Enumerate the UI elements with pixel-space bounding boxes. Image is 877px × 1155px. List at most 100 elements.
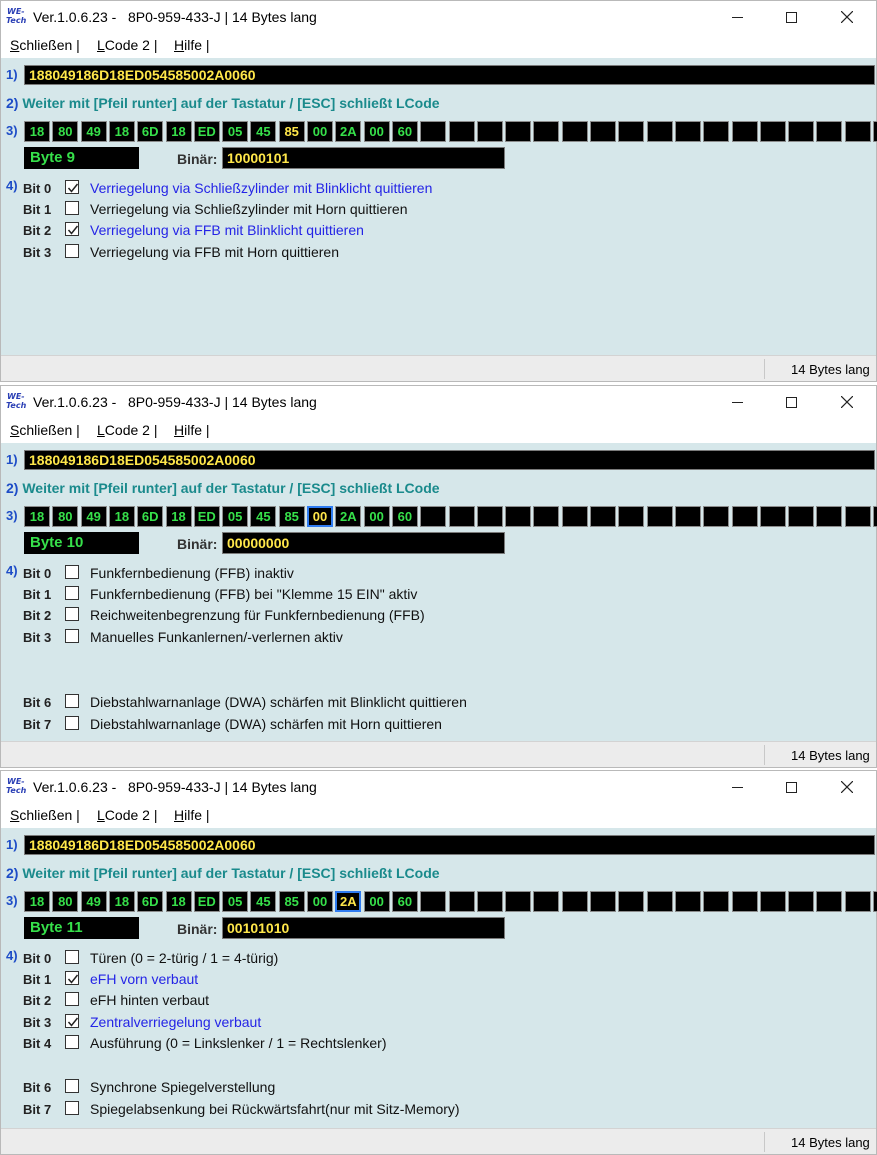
- byte-cell[interactable]: [533, 891, 560, 912]
- byte-cell[interactable]: 45: [250, 891, 277, 912]
- byte-cell[interactable]: [788, 891, 815, 912]
- bit-checkbox[interactable]: [65, 586, 79, 600]
- bit-checkbox[interactable]: [65, 1014, 79, 1028]
- byte-cell[interactable]: [618, 121, 645, 142]
- byte-cell[interactable]: [788, 121, 815, 142]
- close-button[interactable]: [824, 771, 870, 803]
- byte-cell[interactable]: [703, 121, 730, 142]
- byte-cell[interactable]: [873, 121, 877, 142]
- byte-cell[interactable]: [561, 891, 588, 912]
- byte-cell[interactable]: [420, 121, 447, 142]
- byte-cell[interactable]: [590, 506, 616, 527]
- byte-cell[interactable]: [590, 121, 616, 142]
- menu-schliessen[interactable]: Schließen |: [10, 422, 80, 438]
- bit-checkbox[interactable]: [65, 971, 79, 985]
- byte-cell[interactable]: 60: [391, 506, 418, 527]
- byte-cell[interactable]: [844, 121, 871, 142]
- byte-cell[interactable]: 18: [108, 121, 135, 142]
- byte-cell[interactable]: [703, 891, 730, 912]
- close-button[interactable]: [824, 386, 870, 418]
- menu-hilfe[interactable]: Hilfe |: [174, 807, 210, 823]
- byte-cell[interactable]: 80: [52, 121, 79, 142]
- menu-schliessen[interactable]: Schließen |: [10, 807, 80, 823]
- byte-cell[interactable]: 05: [222, 506, 249, 527]
- byte-cell[interactable]: 00: [307, 121, 333, 142]
- binar-value[interactable]: 10000101: [222, 147, 505, 169]
- byte-cell[interactable]: [476, 121, 503, 142]
- minimize-button[interactable]: [714, 1, 760, 33]
- byte-cell[interactable]: [420, 891, 447, 912]
- byte-cell[interactable]: 00: [363, 891, 390, 912]
- byte-cell[interactable]: [731, 891, 758, 912]
- byte-cell[interactable]: 00: [363, 506, 390, 527]
- byte-cell[interactable]: [476, 506, 503, 527]
- byte-cell[interactable]: 05: [222, 891, 249, 912]
- byte-cell[interactable]: [448, 891, 475, 912]
- byte-cell[interactable]: 49: [80, 891, 107, 912]
- byte-cell[interactable]: [759, 891, 786, 912]
- byte-cell[interactable]: [816, 891, 843, 912]
- menu-hilfe[interactable]: Hilfe |: [174, 422, 210, 438]
- byte-cell[interactable]: [448, 121, 475, 142]
- byte-cell[interactable]: [420, 506, 447, 527]
- byte-cell[interactable]: 80: [52, 506, 79, 527]
- byte-cell[interactable]: 18: [24, 891, 50, 912]
- byte-cell[interactable]: [816, 506, 843, 527]
- byte-cell[interactable]: [646, 121, 673, 142]
- minimize-button[interactable]: [714, 771, 760, 803]
- byte-cell[interactable]: 18: [165, 121, 192, 142]
- bit-checkbox[interactable]: [65, 1101, 79, 1115]
- byte-cell[interactable]: 05: [222, 121, 249, 142]
- byte-cell[interactable]: [816, 121, 843, 142]
- byte-cell[interactable]: [759, 121, 786, 142]
- menu-lcode2[interactable]: LCode 2 |: [97, 37, 157, 53]
- menu-lcode2[interactable]: LCode 2 |: [97, 422, 157, 438]
- byte-cell[interactable]: 49: [80, 121, 107, 142]
- byte-cell[interactable]: 18: [108, 891, 135, 912]
- byte-cell[interactable]: ED: [193, 506, 220, 527]
- bit-checkbox[interactable]: [65, 244, 79, 258]
- byte-cell[interactable]: [448, 506, 475, 527]
- byte-cell[interactable]: 00: [363, 121, 390, 142]
- byte-cell[interactable]: 85: [278, 121, 305, 142]
- byte-cell[interactable]: [561, 121, 588, 142]
- byte-cell[interactable]: [646, 506, 673, 527]
- menu-schliessen[interactable]: Schließen |: [10, 37, 80, 53]
- byte-cell[interactable]: [674, 506, 701, 527]
- bit-checkbox[interactable]: [65, 629, 79, 643]
- binar-value[interactable]: 00000000: [222, 532, 505, 554]
- byte-cell[interactable]: 45: [250, 121, 277, 142]
- byte-cell[interactable]: [590, 891, 616, 912]
- byte-cell[interactable]: 60: [391, 121, 418, 142]
- bit-checkbox[interactable]: [65, 565, 79, 579]
- menu-hilfe[interactable]: Hilfe |: [174, 37, 210, 53]
- binar-value[interactable]: 00101010: [222, 917, 505, 939]
- byte-cell[interactable]: [533, 121, 560, 142]
- byte-cell[interactable]: [703, 506, 730, 527]
- byte-cell[interactable]: 2A: [335, 506, 362, 527]
- byte-cell[interactable]: [844, 506, 871, 527]
- bit-checkbox[interactable]: [65, 607, 79, 621]
- byte-cell[interactable]: [505, 121, 532, 142]
- byte-cell[interactable]: [618, 506, 645, 527]
- bit-checkbox[interactable]: [65, 950, 79, 964]
- byte-cell[interactable]: 18: [165, 506, 192, 527]
- byte-cell[interactable]: ED: [193, 891, 220, 912]
- byte-cell[interactable]: 6D: [137, 891, 164, 912]
- byte-cell[interactable]: [873, 506, 877, 527]
- byte-cell[interactable]: [476, 891, 503, 912]
- byte-cell[interactable]: 80: [52, 891, 79, 912]
- byte-cell[interactable]: 85: [278, 506, 305, 527]
- bit-checkbox[interactable]: [65, 1079, 79, 1093]
- byte-cell[interactable]: [759, 506, 786, 527]
- lcode-input[interactable]: 188049186D18ED054585002A0060: [24, 65, 875, 85]
- bit-checkbox[interactable]: [65, 694, 79, 708]
- byte-cell[interactable]: [731, 121, 758, 142]
- bit-checkbox[interactable]: [65, 180, 79, 194]
- byte-cell[interactable]: [533, 506, 560, 527]
- byte-cell[interactable]: 6D: [137, 506, 164, 527]
- bit-checkbox[interactable]: [65, 222, 79, 236]
- bit-checkbox[interactable]: [65, 201, 79, 215]
- byte-cell[interactable]: 00: [307, 506, 333, 527]
- byte-cell[interactable]: [731, 506, 758, 527]
